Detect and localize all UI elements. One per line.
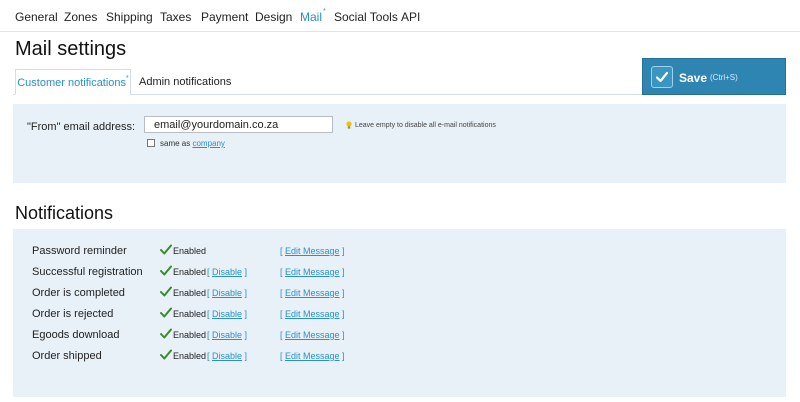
edit-message-label: Edit Message (285, 267, 340, 277)
notification-row: Order is rejected Enabled [ Disable ] [ … (13, 307, 786, 328)
notification-status: Enabled (173, 351, 207, 361)
checkmark-icon (160, 349, 172, 360)
notifications-panel: Password reminder Enabled [ Edit Message… (13, 229, 786, 397)
checkmark-icon (160, 265, 172, 276)
disable-link[interactable]: [ Disable ] (207, 309, 247, 319)
same-as-company-label: same as company (160, 139, 225, 148)
disable-label: Disable (212, 288, 243, 298)
checkmark-icon (160, 244, 172, 255)
page-title: Mail settings (15, 38, 127, 60)
notification-row: Egoods download Enabled [ Disable ] [ Ed… (13, 328, 786, 349)
email-hint: Leave empty to disable all e-mail notifi… (355, 122, 496, 129)
nav-item-zones[interactable]: Zones (64, 10, 97, 24)
same-as-text: same as (160, 139, 191, 148)
notification-status: Enabled (173, 309, 207, 319)
notification-status: Enabled (173, 267, 207, 277)
nav-item-taxes[interactable]: Taxes (160, 10, 191, 24)
nav-item-api[interactable]: API (401, 10, 420, 24)
notification-status: Enabled (173, 330, 207, 340)
tab-customer-notifications[interactable]: Customer notifications* (15, 69, 131, 95)
edit-message-link[interactable]: [ Edit Message ] (280, 309, 345, 319)
notification-row: Password reminder Enabled [ Edit Message… (13, 244, 786, 265)
edit-message-link[interactable]: [ Edit Message ] (280, 288, 345, 298)
notification-label: Password reminder (32, 245, 127, 257)
checkmark-icon (160, 328, 172, 339)
edit-message-label: Edit Message (285, 288, 340, 298)
checkmark-icon (160, 307, 172, 318)
nav-item-design[interactable]: Design (255, 10, 292, 24)
nav-item-general[interactable]: General (15, 10, 58, 24)
same-as-company-checkbox[interactable] (147, 139, 155, 147)
modified-marker: * (126, 75, 129, 82)
checkmark-icon (160, 286, 172, 297)
notification-status: Enabled (173, 246, 207, 256)
edit-message-label: Edit Message (285, 309, 340, 319)
notification-row: Order is completed Enabled [ Disable ] [… (13, 286, 786, 307)
disable-link[interactable]: [ Disable ] (207, 330, 247, 340)
edit-message-link[interactable]: [ Edit Message ] (280, 351, 345, 361)
save-button[interactable]: Save (Ctrl+S) (642, 58, 786, 95)
disable-label: Disable (212, 309, 243, 319)
save-button-label: Save (679, 71, 708, 85)
disable-link[interactable]: [ Disable ] (207, 288, 247, 298)
email-settings-panel: "From" email address: Leave empty to dis… (13, 104, 786, 183)
save-shortcut: (Ctrl+S) (710, 73, 738, 82)
nav-item-mail[interactable]: Mail* (300, 8, 326, 24)
notification-label: Order shipped (32, 350, 102, 362)
notification-label: Successful registration (32, 266, 143, 278)
edit-message-label: Edit Message (285, 330, 340, 340)
company-link[interactable]: company (192, 139, 224, 148)
nav-item-shipping[interactable]: Shipping (106, 10, 153, 24)
tab-admin-notifications[interactable]: Admin notifications (139, 69, 231, 95)
disable-link[interactable]: [ Disable ] (207, 267, 247, 277)
nav-item-social-tools[interactable]: Social Tools (334, 10, 398, 24)
disable-label: Disable (212, 267, 243, 277)
nav-item-payment[interactable]: Payment (201, 10, 248, 24)
disable-link[interactable]: [ Disable ] (207, 351, 247, 361)
notification-label: Order is rejected (32, 308, 114, 320)
top-nav: General Zones Shipping Taxes Payment Des… (0, 0, 800, 32)
edit-message-link[interactable]: [ Edit Message ] (280, 246, 345, 256)
disable-label: Disable (212, 351, 243, 361)
notification-label: Egoods download (32, 329, 120, 341)
from-email-input[interactable] (144, 116, 333, 133)
modified-marker: * (323, 8, 326, 15)
notifications-title: Notifications (15, 203, 114, 223)
from-email-label: "From" email address: (27, 121, 136, 133)
edit-message-label: Edit Message (285, 246, 340, 256)
notification-row: Order shipped Enabled [ Disable ] [ Edit… (13, 349, 786, 370)
notification-label: Order is completed (32, 287, 125, 299)
notification-row: Successful registration Enabled [ Disabl… (13, 265, 786, 286)
lightbulb-icon (346, 121, 352, 129)
tab-customer-notifications-label: Customer notifications (17, 77, 127, 89)
edit-message-link[interactable]: [ Edit Message ] (280, 267, 345, 277)
edit-message-label: Edit Message (285, 351, 340, 361)
check-icon (651, 66, 673, 88)
notification-status: Enabled (173, 288, 207, 298)
disable-label: Disable (212, 330, 243, 340)
edit-message-link[interactable]: [ Edit Message ] (280, 330, 345, 340)
nav-item-mail-label: Mail (300, 10, 323, 24)
